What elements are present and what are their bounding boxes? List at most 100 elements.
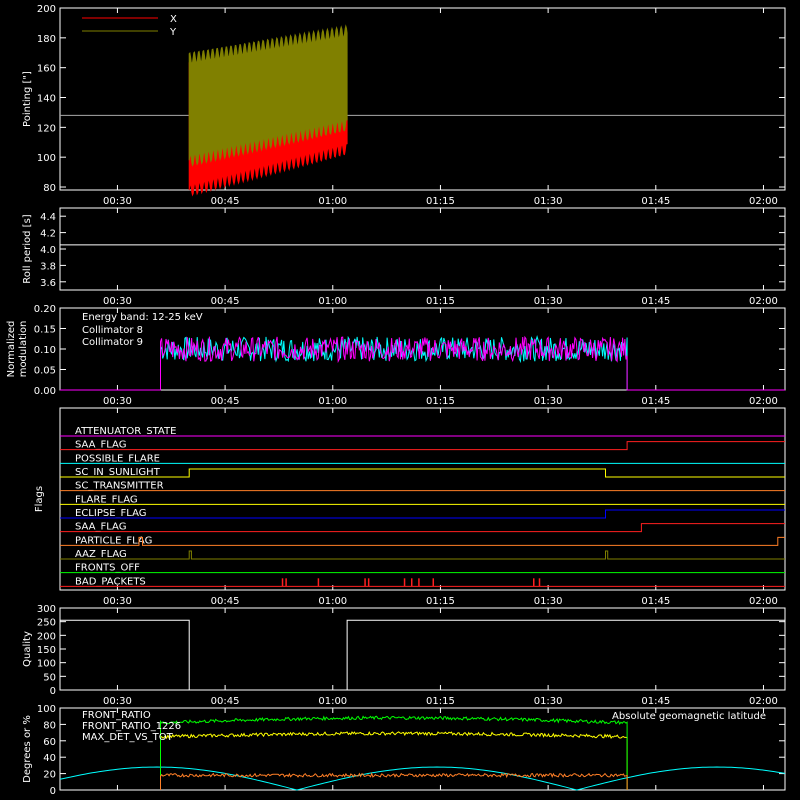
x-tick-label: 01:15 <box>426 296 455 307</box>
series-geomagnetic-latitude <box>59 766 786 791</box>
legend-label-geomagnetic: Absolute geomagnetic latitude <box>612 711 766 722</box>
flag-label: SAA_FLAG <box>75 522 126 533</box>
flag-label: BAD_PACKETS <box>75 576 146 587</box>
x-tick-label: 00:45 <box>211 596 240 607</box>
y-tick-label: 160 <box>37 64 56 75</box>
x-tick-label: 00:30 <box>103 296 132 307</box>
y-tick-label: 4.2 <box>40 229 56 240</box>
flag-line <box>60 550 785 560</box>
y-tick-label: 4.0 <box>40 245 56 256</box>
series-front-ratio-1226 <box>160 715 628 790</box>
y-tick-label: 0 <box>50 686 56 697</box>
y-tick-label: 0 <box>50 786 56 797</box>
x-tick-label: 01:00 <box>318 696 347 707</box>
x-tick-label: 01:15 <box>426 196 455 207</box>
y-axis-label: Quality <box>22 631 33 667</box>
legend-label: FRONT_RATIO <box>82 710 151 721</box>
series-max-det-vs-tot <box>160 772 628 790</box>
y-axis-label: Pointing ["] <box>22 71 33 127</box>
y-axis-label: Flags <box>34 486 45 512</box>
x-tick-label: 00:30 <box>103 396 132 407</box>
y-tick-label: 0.05 <box>34 366 56 377</box>
flag-line <box>60 468 785 478</box>
x-tick-label: 01:30 <box>534 396 563 407</box>
x-tick-label: 01:00 <box>318 196 347 207</box>
y-tick-label: 0.00 <box>34 386 56 397</box>
y-tick-label: 3.6 <box>40 278 56 289</box>
x-tick-label: 00:30 <box>103 696 132 707</box>
flag-label: FLARE_FLAG <box>75 494 138 505</box>
panel-frame-1 <box>59 207 786 291</box>
x-tick-label: 01:00 <box>318 296 347 307</box>
flag-label: SAA_FLAG <box>75 440 126 451</box>
x-tick-label: 01:45 <box>641 396 670 407</box>
flag-label: AAZ_FLAG <box>75 549 127 560</box>
y-tick-label: 0.10 <box>34 345 56 356</box>
y-tick-label: 300 <box>37 604 56 615</box>
series-collimator-9 <box>60 335 785 391</box>
y-tick-label: 140 <box>37 94 56 105</box>
x-tick-label: 01:30 <box>534 196 563 207</box>
x-tick-label: 00:45 <box>211 696 240 707</box>
x-tick-label: 02:00 <box>749 196 778 207</box>
x-tick-label: 01:00 <box>318 596 347 607</box>
x-tick-label: 01:45 <box>641 696 670 707</box>
x-tick-label: 00:45 <box>211 296 240 307</box>
y-tick-label: 20 <box>43 770 56 781</box>
x-tick-label: 01:45 <box>641 196 670 207</box>
x-tick-label: 02:00 <box>749 596 778 607</box>
x-tick-label: 02:00 <box>749 396 778 407</box>
flag-line <box>60 536 785 546</box>
x-tick-label: 01:30 <box>534 596 563 607</box>
y-tick-label: 80 <box>43 183 56 194</box>
panel-frame-0 <box>59 7 786 191</box>
x-tick-label: 01:30 <box>534 696 563 707</box>
y-tick-label: 200 <box>37 631 56 642</box>
y-tick-label: 120 <box>37 123 56 134</box>
energy-band-annotation: Energy band: 12-25 keV <box>82 312 203 323</box>
y-tick-label: 180 <box>37 34 56 45</box>
x-tick-label: 01:15 <box>426 396 455 407</box>
x-tick-label: 01:45 <box>641 296 670 307</box>
x-tick-label: 01:30 <box>534 296 563 307</box>
x-tick-label: 01:15 <box>426 696 455 707</box>
flag-line <box>60 523 785 533</box>
y-tick-label: 100 <box>37 153 56 164</box>
legend-label: MAX_DET_VS_TOT <box>82 732 174 743</box>
flag-label: ECLIPSE_FLAG <box>75 508 146 519</box>
x-tick-label: 02:00 <box>749 696 778 707</box>
y-axis-label: Roll period [s] <box>22 214 33 283</box>
flag-label: POSSIBLE_FLARE <box>75 453 160 464</box>
legend-label-collimator: Collimator 8 <box>82 325 143 336</box>
flag-label: FRONTS_OFF <box>75 563 140 574</box>
legend-label: FRONT_RATIO_1226 <box>82 721 181 732</box>
y-tick-label: 80 <box>43 720 56 731</box>
y-tick-label: 50 <box>43 672 56 683</box>
y-axis-label-line1: Normalized <box>6 321 17 378</box>
flag-label: SC_TRANSMITTER <box>75 481 164 492</box>
y-tick-label: 4.4 <box>40 212 56 223</box>
y-tick-label: 0.20 <box>34 304 56 315</box>
flag-line <box>60 441 785 451</box>
rhessi-quicklook-chart: 00:30 00:45 01:00 01:15 01:30 01:45 02:00 80 100… <box>6 4 786 797</box>
y-tick-label: 60 <box>43 737 56 748</box>
y-axis-label: Degrees or % <box>22 715 33 783</box>
x-tick-label: 00:30 <box>103 596 132 607</box>
y-tick-label: 200 <box>37 4 56 15</box>
legend-label-x: X <box>170 14 177 25</box>
y-tick-label: 40 <box>43 753 56 764</box>
flag-label: ATTENUATOR_STATE <box>75 426 176 437</box>
x-tick-label: 00:45 <box>211 396 240 407</box>
legend-label-y: Y <box>169 27 177 38</box>
flag-label: SC_IN_SUNLIGHT <box>75 467 161 478</box>
legend-label-collimator: Collimator 9 <box>82 337 143 348</box>
x-tick-label: 01:45 <box>641 596 670 607</box>
flag-line <box>60 509 785 519</box>
x-tick-label: 00:45 <box>211 196 240 207</box>
x-tick-label: 00:30 <box>103 196 132 207</box>
quality-segment <box>60 619 190 690</box>
y-tick-label: 3.8 <box>40 261 56 272</box>
y-tick-label: 100 <box>37 659 56 670</box>
series-front-ratio <box>160 731 628 790</box>
x-tick-label: 01:15 <box>426 596 455 607</box>
